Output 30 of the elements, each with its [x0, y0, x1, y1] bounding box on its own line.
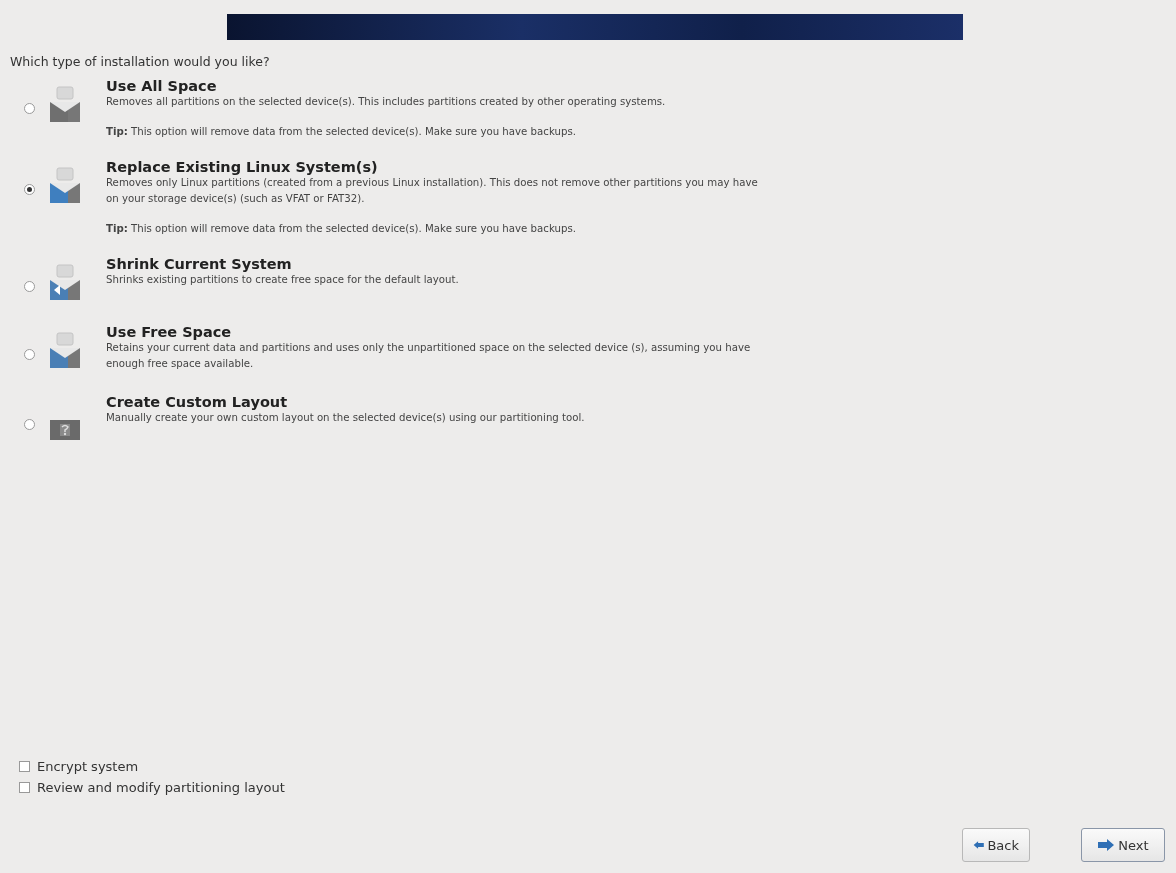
drive-icon	[48, 332, 82, 370]
checkbox-label[interactable]: Review and modify partitioning layout	[37, 780, 285, 795]
drive-icon	[48, 264, 82, 302]
question-text: Which type of installation would you like?	[10, 54, 271, 69]
option-title: Shrink Current System	[106, 256, 293, 272]
option-description: Removes all partitions on the selected device(s). This includes partitions created by other operating systems.	[106, 95, 667, 109]
right-arrow-icon	[1097, 838, 1116, 852]
option-description: Shrinks existing partitions to create free space for the default layout.	[106, 273, 460, 287]
option-title: Use Free Space	[106, 324, 233, 340]
drive-icon	[48, 86, 82, 124]
drive-icon	[48, 167, 82, 205]
radio-button[interactable]	[24, 184, 35, 195]
option-title: Replace Existing Linux System(s)	[106, 159, 379, 175]
option-title: Create Custom Layout	[106, 394, 289, 410]
option-description: Removes only Linux partitions (created from a previous Linux installation). This does not remove other partitions you may have on your storage device(s) (such as VFAT or FAT32).	[106, 176, 759, 206]
radio-button[interactable]	[24, 103, 35, 114]
back-button[interactable]: Back	[962, 828, 1030, 862]
checkbox-label[interactable]: Encrypt system	[37, 759, 139, 774]
radio-button[interactable]	[24, 281, 35, 292]
checkbox[interactable]	[19, 761, 30, 772]
tip-text: Tip: This option will remove data from the selected device(s). Make sure you have backups.	[106, 223, 577, 234]
option-description: Manually create your own custom layout on the selected device(s) using our partitioning tool.	[106, 411, 586, 425]
radio-button[interactable]	[24, 349, 35, 360]
radio-button[interactable]	[24, 419, 35, 430]
option-title: Use All Space	[106, 78, 218, 94]
help-icon	[50, 420, 80, 440]
checkbox[interactable]	[19, 782, 30, 793]
next-button[interactable]: Next	[1081, 828, 1165, 862]
tip-text: Tip: This option will remove data from the selected device(s). Make sure you have backups.	[106, 126, 577, 137]
option-description: Retains your current data and partitions and uses only the unpartitioned space on the selected device (s), assuming you have enough free space available.	[106, 341, 752, 371]
